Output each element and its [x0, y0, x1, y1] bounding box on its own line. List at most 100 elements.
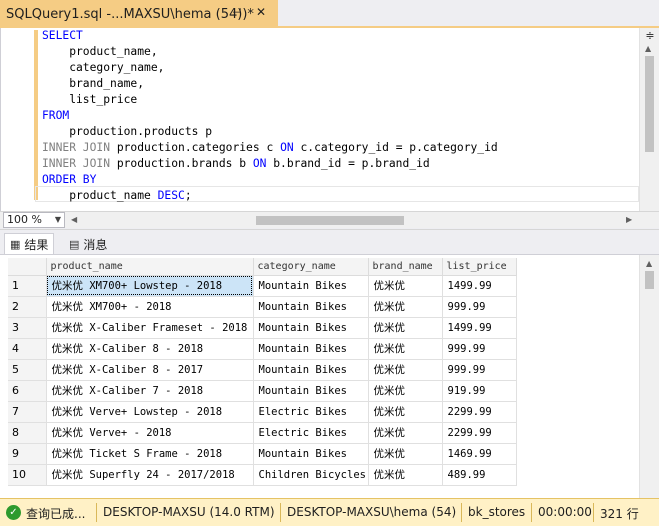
cell-category-name[interactable]: Mountain Bikes: [253, 296, 369, 318]
cell-product-name[interactable]: 优米优 Ticket S Frame - 2018: [46, 443, 254, 465]
cell-category-name[interactable]: Mountain Bikes: [253, 443, 369, 465]
grid-vertical-scrollbar[interactable]: ▲: [639, 255, 659, 498]
change-tracking-bar: [34, 30, 38, 200]
results-grid[interactable]: product_name category_name brand_name li…: [0, 254, 659, 498]
query-editor[interactable]: SELECT product_name, category_name, bran…: [0, 28, 659, 211]
code-line[interactable]: product_name,: [42, 44, 498, 60]
cell-brand-name[interactable]: 优米优: [368, 401, 443, 423]
row-number-header[interactable]: [8, 258, 47, 276]
cell-product-name[interactable]: 优米优 XM700+ Lowstep - 2018: [46, 275, 254, 297]
table-row[interactable]: 8 优米优 Verve+ - 2018 Electric Bikes 优米优 2299.…: [8, 422, 517, 444]
code-line[interactable]: INNER JOIN production.categories c ON c.…: [42, 140, 498, 156]
row-number[interactable]: 6: [8, 380, 47, 402]
scroll-left-arrow-icon[interactable]: ◀: [71, 215, 77, 224]
row-number[interactable]: 10: [8, 464, 47, 486]
table-row[interactable]: 7 优米优 Verve+ Lowstep - 2018 Electric Bikes…: [8, 401, 517, 423]
pin-icon[interactable]: ⊣: [232, 6, 242, 19]
row-number[interactable]: 3: [8, 317, 47, 339]
table-row[interactable]: 2 优米优 XM700+ - 2018 Mountain Bikes 优米优 999.9…: [8, 296, 517, 318]
row-number[interactable]: 5: [8, 359, 47, 381]
query-document-tab[interactable]: SQLQuery1.sql -...MAXSU\hema (54))* ⊣ ✕: [0, 0, 278, 28]
tab-messages[interactable]: ▤ 消息: [64, 233, 112, 255]
row-number[interactable]: 9: [8, 443, 47, 465]
table-row[interactable]: 1 优米优 XM700+ Lowstep - 2018 Mountain Bikes…: [8, 275, 517, 297]
cell-brand-name[interactable]: 优米优: [368, 464, 443, 486]
cell-category-name[interactable]: Mountain Bikes: [253, 380, 369, 402]
cell-list-price[interactable]: 999.99: [442, 338, 517, 360]
table-row[interactable]: 9 优米优 Ticket S Frame - 2018 Mountain Bikes…: [8, 443, 517, 465]
row-number[interactable]: 7: [8, 401, 47, 423]
scrollbar-thumb[interactable]: [645, 56, 654, 152]
code-token: INNER JOIN: [42, 157, 111, 170]
cell-list-price[interactable]: 2299.99: [442, 422, 517, 444]
cell-brand-name[interactable]: 优米优: [368, 443, 443, 465]
cell-list-price[interactable]: 999.99: [442, 296, 517, 318]
code-token: ORDER BY: [42, 173, 97, 186]
tab-results[interactable]: ▦ 结果: [4, 233, 55, 255]
cell-list-price[interactable]: 1469.99: [442, 443, 517, 465]
code-line[interactable]: brand_name,: [42, 76, 498, 92]
cell-category-name[interactable]: Electric Bikes: [253, 422, 369, 444]
editor-vertical-scrollbar[interactable]: ≑ ▲: [639, 28, 659, 211]
cell-brand-name[interactable]: 优米优: [368, 422, 443, 444]
cell-category-name[interactable]: Mountain Bikes: [253, 275, 369, 297]
split-view-icon[interactable]: ≑: [644, 29, 656, 43]
cell-product-name[interactable]: 优米优 Superfly 24 - 2017/2018: [46, 464, 254, 486]
table-row[interactable]: 5 优米优 X-Caliber 8 - 2017 Mountain Bikes 优米优…: [8, 359, 517, 381]
close-icon[interactable]: ✕: [256, 5, 266, 19]
cell-list-price[interactable]: 1499.99: [442, 317, 517, 339]
code-line[interactable]: SELECT: [42, 28, 498, 44]
row-number[interactable]: 2: [8, 296, 47, 318]
cell-brand-name[interactable]: 优米优: [368, 380, 443, 402]
row-number[interactable]: 8: [8, 422, 47, 444]
cell-brand-name[interactable]: 优米优: [368, 338, 443, 360]
code-line[interactable]: ORDER BY: [42, 172, 498, 188]
row-number[interactable]: 4: [8, 338, 47, 360]
cell-list-price[interactable]: 919.99: [442, 380, 517, 402]
table-row[interactable]: 4 优米优 X-Caliber 8 - 2018 Mountain Bikes 优米优…: [8, 338, 517, 360]
table-row[interactable]: 10 优米优 Superfly 24 - 2017/2018 Children Bi…: [8, 464, 517, 486]
grid-scrollbar-thumb[interactable]: [645, 271, 654, 289]
cell-product-name[interactable]: 优米优 X-Caliber 7 - 2018: [46, 380, 254, 402]
sql-code[interactable]: SELECT product_name, category_name, bran…: [42, 28, 498, 204]
cell-list-price[interactable]: 489.99: [442, 464, 517, 486]
code-line[interactable]: INNER JOIN production.brands b ON b.bran…: [42, 156, 498, 172]
code-line[interactable]: product_name DESC;: [42, 188, 498, 204]
cell-category-name[interactable]: Children Bicycles: [253, 464, 369, 486]
column-header-list-price[interactable]: list_price: [442, 258, 517, 276]
cell-list-price[interactable]: 2299.99: [442, 401, 517, 423]
column-header-category-name[interactable]: category_name: [253, 258, 369, 276]
row-number[interactable]: 1: [8, 275, 47, 297]
document-tab-strip: SQLQuery1.sql -...MAXSU\hema (54))* ⊣ ✕: [0, 0, 659, 28]
cell-category-name[interactable]: Mountain Bikes: [253, 359, 369, 381]
cell-brand-name[interactable]: 优米优: [368, 317, 443, 339]
cell-category-name[interactable]: Mountain Bikes: [253, 338, 369, 360]
column-header-product-name[interactable]: product_name: [46, 258, 254, 276]
cell-brand-name[interactable]: 优米优: [368, 359, 443, 381]
cell-brand-name[interactable]: 优米优: [368, 275, 443, 297]
cell-product-name[interactable]: 优米优 XM700+ - 2018: [46, 296, 254, 318]
code-line[interactable]: list_price: [42, 92, 498, 108]
cell-product-name[interactable]: 优米优 X-Caliber Frameset - 2018: [46, 317, 254, 339]
code-line[interactable]: FROM: [42, 108, 498, 124]
scroll-right-arrow-icon[interactable]: ▶: [626, 215, 632, 224]
cell-category-name[interactable]: Mountain Bikes: [253, 317, 369, 339]
code-line[interactable]: category_name,: [42, 60, 498, 76]
table-row[interactable]: 3 优米优 X-Caliber Frameset - 2018 Mountain B…: [8, 317, 517, 339]
code-token: ON: [252, 157, 267, 170]
cell-product-name[interactable]: 优米优 Verve+ - 2018: [46, 422, 254, 444]
scroll-up-arrow-icon[interactable]: ▲: [646, 259, 652, 268]
column-header-brand-name[interactable]: brand_name: [368, 258, 443, 276]
zoom-select[interactable]: 100 % ▼: [3, 212, 65, 228]
horizontal-scrollbar-thumb[interactable]: [256, 216, 404, 225]
cell-list-price[interactable]: 999.99: [442, 359, 517, 381]
table-row[interactable]: 6 优米优 X-Caliber 7 - 2018 Mountain Bikes 优米优…: [8, 380, 517, 402]
cell-list-price[interactable]: 1499.99: [442, 275, 517, 297]
cell-product-name[interactable]: 优米优 X-Caliber 8 - 2017: [46, 359, 254, 381]
scroll-up-arrow-icon[interactable]: ▲: [645, 44, 651, 53]
cell-brand-name[interactable]: 优米优: [368, 296, 443, 318]
cell-category-name[interactable]: Electric Bikes: [253, 401, 369, 423]
cell-product-name[interactable]: 优米优 Verve+ Lowstep - 2018: [46, 401, 254, 423]
cell-product-name[interactable]: 优米优 X-Caliber 8 - 2018: [46, 338, 254, 360]
code-line[interactable]: production.products p: [42, 124, 498, 140]
